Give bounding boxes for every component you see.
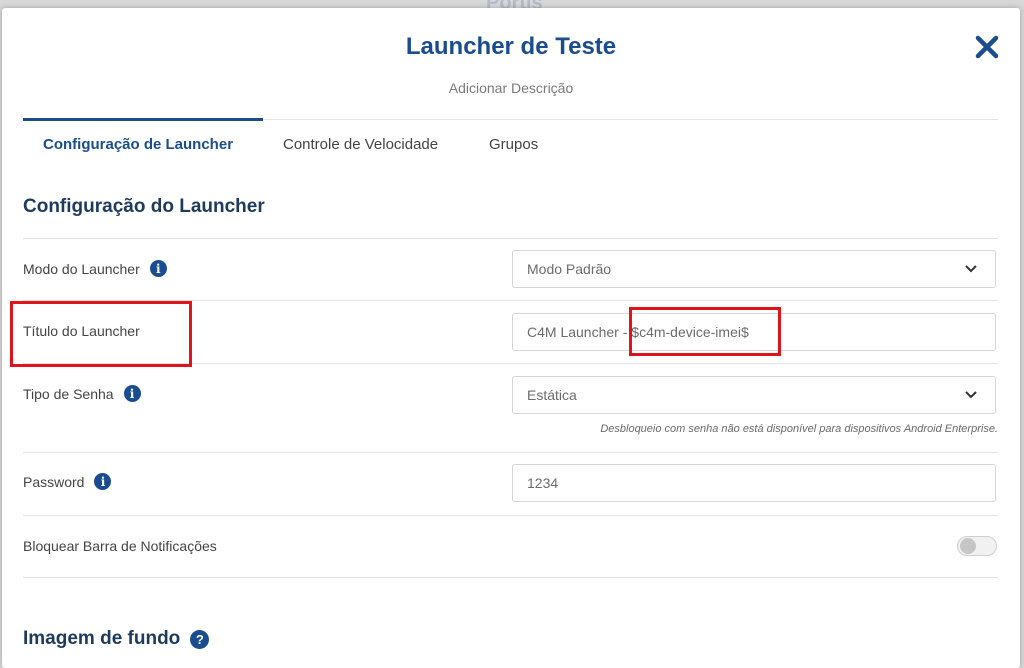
close-icon[interactable] <box>974 34 1000 60</box>
launcher-mode-select[interactable]: Modo Padrão <box>512 250 996 288</box>
tab-speed-control[interactable]: Controle de Velocidade <box>283 120 438 170</box>
chevron-down-icon <box>965 391 977 399</box>
tab-bar: Configuração de Launcher Controle de Vel… <box>23 118 998 172</box>
modal-header: Launcher de Teste Adicionar Descrição <box>2 8 1020 118</box>
modal-description[interactable]: Adicionar Descrição <box>2 80 1020 96</box>
divider <box>23 577 998 578</box>
launcher-mode-text: Modo do Launcher <box>23 260 140 277</box>
info-icon[interactable]: i <box>123 385 141 402</box>
launcher-title-variable: $c4m-device-imei$ <box>631 324 749 340</box>
launcher-title-label: Título do Launcher <box>23 323 140 339</box>
divider <box>23 300 998 301</box>
help-icon[interactable]: ? <box>190 629 210 649</box>
password-type-label: Tipo de Senha i <box>23 385 141 402</box>
divider <box>23 238 998 239</box>
launcher-title-input[interactable]: C4M Launcher - $c4m-device-imei$ <box>512 313 996 351</box>
password-type-text: Tipo de Senha <box>23 385 114 402</box>
modal-title: Launcher de Teste <box>405 33 617 60</box>
launcher-modal: Launcher de Teste Adicionar Descrição Co… <box>2 8 1020 668</box>
info-icon[interactable]: i <box>149 260 167 277</box>
launcher-mode-label: Modo do Launcher i <box>23 260 167 277</box>
tab-launcher-config[interactable]: Configuração de Launcher <box>23 118 263 168</box>
launcher-title-prefix: C4M Launcher - <box>527 324 632 340</box>
divider <box>23 515 998 516</box>
password-value: 1234 <box>527 475 559 491</box>
launcher-mode-value: Modo Padrão <box>527 261 612 277</box>
toggle-knob <box>960 538 976 554</box>
section-title-background: Imagem de fundo ? <box>23 628 210 650</box>
divider <box>23 363 998 364</box>
password-type-value: Estática <box>527 387 577 403</box>
password-label: Password i <box>23 473 112 490</box>
info-icon[interactable]: i <box>94 473 112 490</box>
chevron-down-icon <box>965 265 977 273</box>
tab-groups[interactable]: Grupos <box>489 120 538 170</box>
divider <box>23 452 998 453</box>
password-input[interactable]: 1234 <box>512 464 996 502</box>
password-type-select[interactable]: Estática <box>512 376 996 414</box>
password-text: Password <box>23 473 85 490</box>
launcher-title-text: Título do Launcher <box>23 323 140 339</box>
section-title-config: Configuração do Launcher <box>23 196 265 217</box>
block-notifications-toggle[interactable] <box>957 536 997 556</box>
password-type-hint: Desbloqueio com senha não está disponíve… <box>600 423 998 435</box>
block-notifications-label: Bloquear Barra de Notificações <box>23 538 217 554</box>
background-title-text: Imagem de fundo <box>23 628 181 649</box>
block-notifications-text: Bloquear Barra de Notificações <box>23 538 217 554</box>
